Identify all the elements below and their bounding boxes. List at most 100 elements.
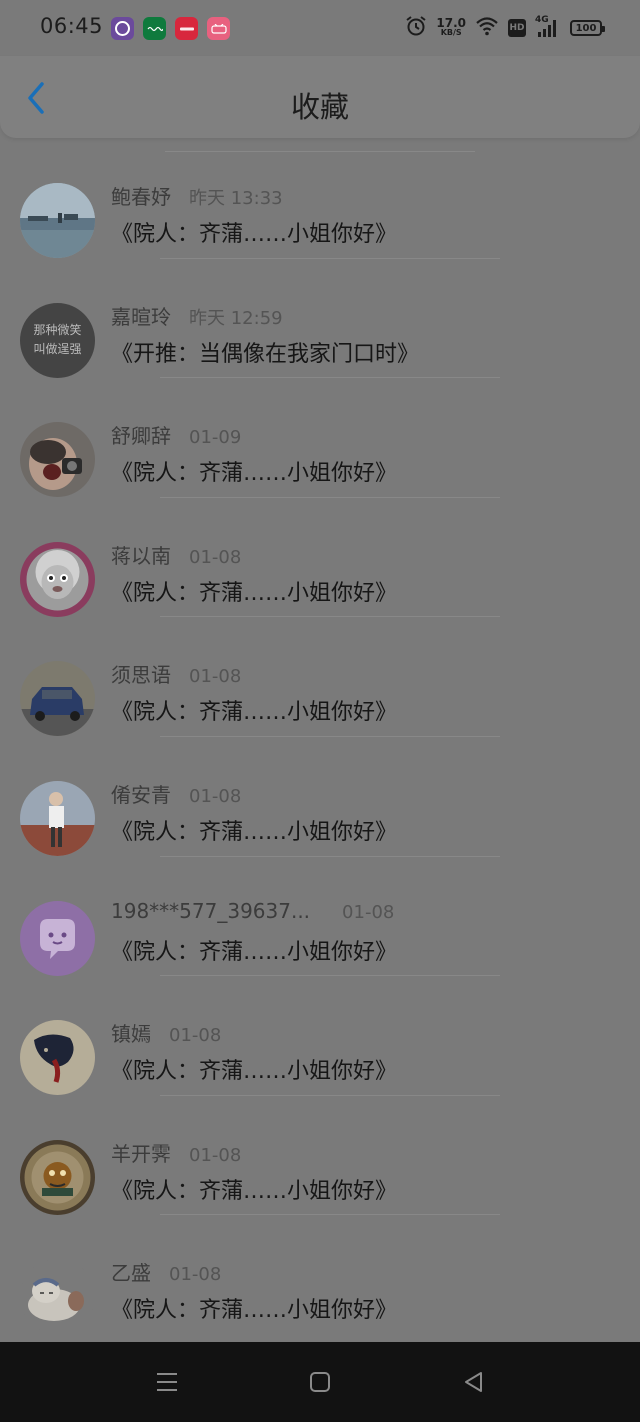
battery-level: 100 bbox=[575, 22, 597, 34]
network-speed-value: 17.0 bbox=[436, 16, 466, 30]
network-speed-unit: KB/S bbox=[440, 28, 462, 37]
list-item[interactable]: 舒卿辞 01-09 《院人：齐蒲……小姐你好》 bbox=[0, 377, 640, 498]
item-meta: 羊开霁 01-08 bbox=[111, 1138, 241, 1167]
item-title: 《院人：齐蒲……小姐你好》 bbox=[111, 819, 398, 845]
list-item[interactable]: 须思语 01-08 《院人：齐蒲……小姐你好》 bbox=[0, 616, 640, 737]
list-item[interactable]: 鲍春妤 昨天 13:33 《院人：齐蒲……小姐你好》 bbox=[0, 138, 640, 258]
divider bbox=[160, 257, 500, 259]
list-item[interactable]: 羊开霁 01-08 《院人：齐蒲……小姐你好》 bbox=[0, 1094, 640, 1215]
back-nav-button[interactable] bbox=[457, 1366, 489, 1398]
avatar-text-line-2: 叫做逞强 bbox=[33, 341, 81, 356]
item-date: 01-08 bbox=[169, 1025, 222, 1047]
divider bbox=[160, 377, 500, 379]
avatar[interactable] bbox=[20, 661, 95, 737]
item-date: 01-08 bbox=[169, 1264, 222, 1286]
alarm-icon bbox=[405, 15, 427, 41]
status-bar: 06:45 17.0 KB/S HD 4G 100 bbox=[0, 0, 640, 56]
status-indicators: 17.0 KB/S HD 4G 100 bbox=[405, 15, 605, 41]
item-meta: 嘉暄玲 昨天 12:59 bbox=[111, 301, 283, 330]
item-date: 昨天 12:59 bbox=[189, 307, 283, 329]
item-title: 《院人：齐蒲……小姐你好》 bbox=[111, 1059, 398, 1085]
xiaohongshu-icon bbox=[175, 17, 198, 40]
status-time: 06:45 bbox=[40, 14, 104, 38]
avatar[interactable]: 那种微笑 叫做逞强 bbox=[20, 302, 95, 378]
home-icon bbox=[310, 1372, 330, 1392]
divider bbox=[160, 1214, 500, 1216]
back-triangle-icon bbox=[465, 1372, 482, 1392]
divider bbox=[160, 735, 500, 737]
user-name: 须思语 bbox=[111, 663, 171, 688]
divider bbox=[160, 496, 500, 498]
item-title: 《院人：齐蒲……小姐你好》 bbox=[111, 1178, 398, 1204]
network-speed: 17.0 KB/S bbox=[436, 16, 466, 38]
avatar[interactable] bbox=[20, 183, 95, 258]
item-title: 《开推：当偶像在我家门口时》 bbox=[111, 341, 420, 367]
list-item[interactable]: 镇嫣 01-08 《院人：齐蒲……小姐你好》 bbox=[0, 975, 640, 1096]
divider bbox=[165, 151, 475, 152]
battery-indicator: 100 bbox=[570, 20, 605, 36]
favorites-screen: 06:45 17.0 KB/S HD 4G 100 收藏 鲍春妤 昨天 13:3… bbox=[0, 0, 640, 1422]
home-button[interactable] bbox=[304, 1366, 336, 1398]
bilibili-icon bbox=[207, 17, 230, 40]
user-name: 嘉暄玲 bbox=[111, 304, 171, 329]
item-title: 《院人：齐蒲……小姐你好》 bbox=[111, 580, 398, 606]
avatar[interactable] bbox=[20, 780, 95, 856]
divider bbox=[160, 1094, 500, 1096]
item-title: 《院人：齐蒲……小姐你好》 bbox=[111, 461, 398, 487]
wifi-icon bbox=[475, 16, 499, 40]
divider bbox=[160, 855, 500, 857]
user-name: 舒卿辞 bbox=[111, 424, 171, 449]
item-date: 01-08 bbox=[342, 901, 395, 923]
avatar[interactable] bbox=[20, 1020, 95, 1096]
item-meta: 乙盛 01-08 bbox=[111, 1257, 221, 1286]
item-meta: 蒋以南 01-08 bbox=[111, 540, 241, 569]
item-meta: 须思语 01-08 bbox=[111, 659, 241, 688]
page-title: 收藏 bbox=[290, 90, 349, 124]
item-meta: 倄安青 01-08 bbox=[111, 779, 241, 808]
item-title: 《院人：齐蒲……小姐你好》 bbox=[111, 1298, 398, 1324]
user-name: 蒋以南 bbox=[111, 543, 171, 568]
user-name: 镇嫣 bbox=[111, 1022, 151, 1047]
list-item[interactable]: 198***577_39637... 01-08 《院人：齐蒲……小姐你好》 bbox=[0, 855, 640, 976]
item-date: 01-08 bbox=[189, 1144, 242, 1166]
avatar[interactable] bbox=[20, 422, 95, 498]
item-meta: 鲍春妤 昨天 13:33 bbox=[111, 181, 283, 210]
favorites-list: 鲍春妤 昨天 13:33 《院人：齐蒲……小姐你好》 那种微笑 叫做逞强 嘉暄玲… bbox=[0, 138, 640, 1335]
avatar-text-line-1: 那种微笑 bbox=[33, 322, 81, 337]
hd-badge: HD bbox=[508, 19, 526, 37]
item-date: 01-08 bbox=[189, 666, 242, 688]
item-title: 《院人：齐蒲……小姐你好》 bbox=[111, 222, 398, 247]
green-app-icon bbox=[143, 17, 166, 40]
avatar[interactable] bbox=[20, 900, 95, 976]
user-name: 198***577_39637... bbox=[111, 898, 311, 923]
item-date: 01-08 bbox=[189, 785, 242, 807]
avatar[interactable] bbox=[20, 1259, 95, 1335]
menu-button[interactable] bbox=[151, 1366, 183, 1398]
navigation-bar bbox=[0, 1342, 640, 1422]
item-title: 《院人：齐蒲……小姐你好》 bbox=[111, 700, 398, 726]
item-title: 《院人：齐蒲……小姐你好》 bbox=[111, 939, 398, 965]
list-item[interactable]: 乙盛 01-08 《院人：齐蒲……小姐你好》 bbox=[0, 1214, 640, 1335]
header-bar: 收藏 bbox=[0, 56, 640, 138]
item-meta: 舒卿辞 01-09 bbox=[111, 420, 241, 449]
notification-app-icons bbox=[111, 17, 230, 40]
item-meta: 198***577_39637... 01-08 bbox=[111, 899, 394, 923]
user-name: 乙盛 bbox=[111, 1261, 151, 1286]
item-date: 01-09 bbox=[189, 427, 242, 449]
video-app-icon bbox=[111, 17, 134, 40]
divider bbox=[160, 616, 500, 618]
avatar[interactable] bbox=[20, 541, 95, 617]
item-meta: 镇嫣 01-08 bbox=[111, 1018, 221, 1047]
user-name: 鲍春妤 bbox=[111, 185, 171, 209]
signal-icon: 4G bbox=[535, 15, 561, 39]
divider bbox=[160, 975, 500, 977]
avatar[interactable] bbox=[20, 1139, 95, 1215]
list-item[interactable]: 蒋以南 01-08 《院人：齐蒲……小姐你好》 bbox=[0, 496, 640, 617]
user-name: 倄安青 bbox=[111, 782, 171, 807]
item-date: 01-08 bbox=[189, 546, 242, 568]
list-item[interactable]: 那种微笑 叫做逞强 嘉暄玲 昨天 12:59 《开推：当偶像在我家门口时》 bbox=[0, 257, 640, 378]
menu-icon bbox=[157, 1373, 177, 1391]
user-name: 羊开霁 bbox=[111, 1141, 171, 1166]
list-item[interactable]: 倄安青 01-08 《院人：齐蒲……小姐你好》 bbox=[0, 735, 640, 856]
item-date: 昨天 13:33 bbox=[189, 188, 283, 209]
